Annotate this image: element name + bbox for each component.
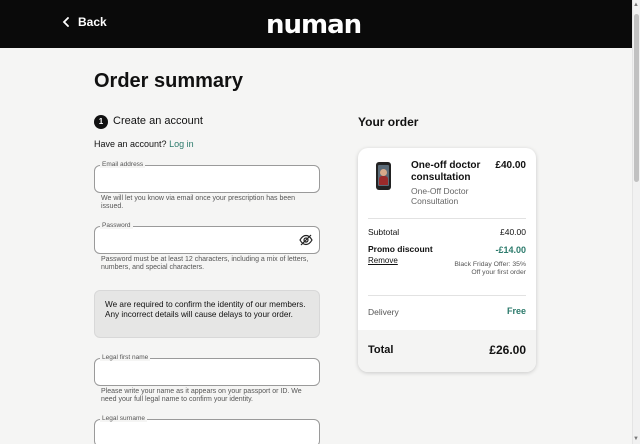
step-number-badge: 1: [94, 115, 108, 129]
product-name: One-off doctor consultation: [411, 160, 481, 183]
step-title: Create an account: [113, 115, 203, 127]
login-link[interactable]: Log in: [169, 139, 194, 149]
surname-label: Legal surname: [100, 415, 147, 422]
product-thumbnail: [376, 162, 391, 190]
order-summary-card: One-off doctor consultation £40.00 One-O…: [358, 148, 536, 372]
password-hint: Password must be at least 12 characters,…: [101, 256, 309, 271]
scrollbar[interactable]: ▲ ▼: [632, 0, 640, 444]
password-field[interactable]: Password: [94, 222, 320, 254]
first-name-field[interactable]: Legal first name: [94, 354, 320, 386]
subtotal-value: £40.00: [500, 227, 526, 237]
email-hint: We will let you know via email once your…: [101, 195, 296, 210]
surname-input[interactable]: [101, 427, 291, 441]
total-row: Total £26.00: [358, 330, 536, 372]
scrollbar-thumb[interactable]: [634, 14, 639, 182]
subtotal-label: Subtotal: [368, 227, 400, 237]
password-input[interactable]: [101, 234, 291, 248]
product-subtitle: One-Off Doctor Consultation: [411, 186, 469, 206]
email-field[interactable]: Email address: [94, 161, 320, 193]
back-button[interactable]: Back: [62, 15, 107, 29]
email-input[interactable]: [101, 173, 291, 187]
have-account-line: Have an account? Log in: [94, 139, 194, 149]
total-label: Total: [368, 344, 394, 356]
promo-value: -£14.00: [495, 245, 526, 255]
scroll-down-icon[interactable]: ▼: [633, 436, 639, 442]
password-label: Password: [100, 222, 133, 229]
delivery-value: Free: [506, 306, 526, 316]
email-label: Email address: [100, 161, 146, 168]
identity-notice: We are required to confirm the identity …: [94, 290, 320, 338]
surname-field[interactable]: Legal surname: [94, 415, 320, 444]
product-price: £40.00: [495, 160, 526, 171]
top-bar: Back numan: [0, 0, 632, 48]
eye-off-icon[interactable]: [299, 234, 313, 246]
page-title: Order summary: [94, 70, 243, 92]
divider: [368, 295, 526, 296]
offer-text: Black Friday Offer: 35% Off your first o…: [454, 261, 526, 276]
remove-promo-link[interactable]: Remove: [368, 256, 398, 265]
promo-label: Promo discount: [368, 244, 433, 254]
first-name-input[interactable]: [101, 366, 291, 380]
back-label: Back: [78, 15, 107, 29]
order-title: Your order: [358, 115, 419, 129]
have-account-text: Have an account?: [94, 139, 167, 149]
brand-logo[interactable]: numan: [266, 10, 362, 40]
total-value: £26.00: [489, 343, 526, 357]
scroll-up-icon[interactable]: ▲: [633, 2, 639, 8]
first-name-hint: Please write your name as it appears on …: [101, 388, 302, 403]
delivery-label: Delivery: [368, 307, 399, 317]
chevron-left-icon: [62, 17, 69, 27]
divider: [368, 218, 526, 219]
first-name-label: Legal first name: [100, 354, 151, 361]
